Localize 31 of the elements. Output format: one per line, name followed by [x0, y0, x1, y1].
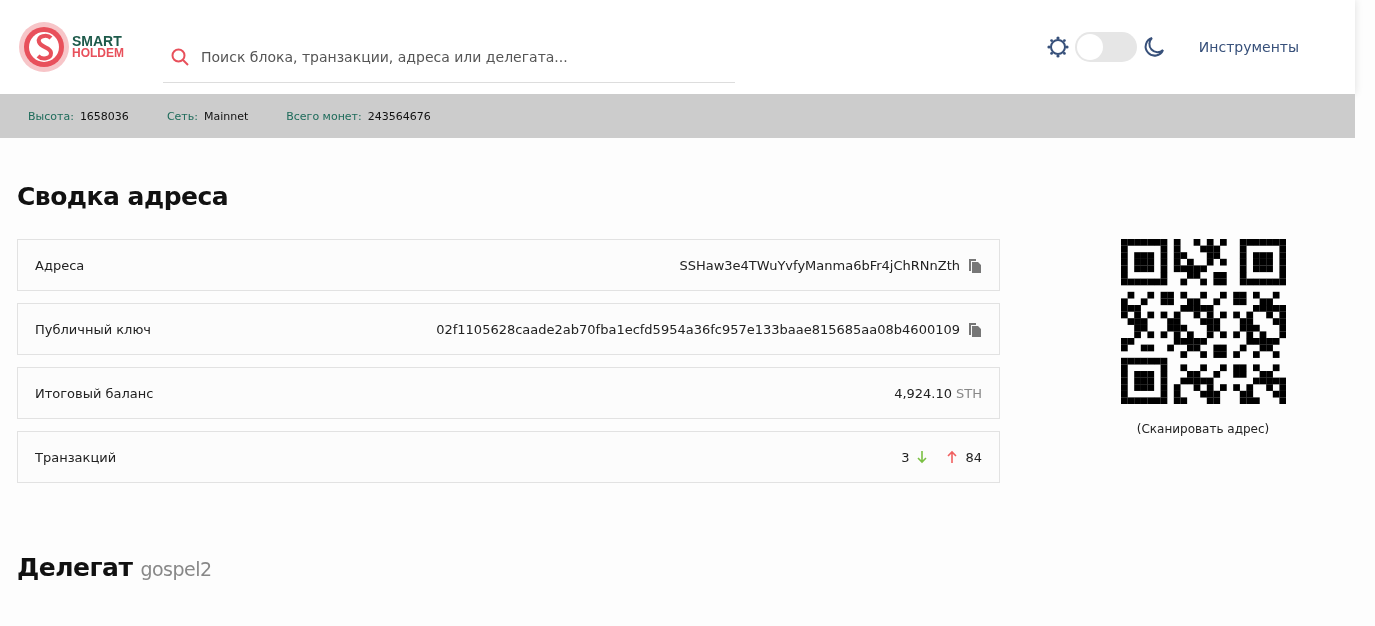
row-label: Итоговый баланс: [35, 385, 154, 401]
search-field[interactable]: Поиск блока, транзакции, адреса или делегата...: [199, 47, 735, 66]
stat-label: Всего монет:: [286, 109, 362, 123]
sun-icon: [1046, 36, 1069, 58]
stat-value: 1658036: [79, 109, 129, 123]
copy-icon[interactable]: [968, 257, 982, 273]
arrow-up-icon: [947, 450, 958, 464]
logo-icon: [18, 21, 70, 73]
row-label: Адреса: [35, 257, 85, 273]
stat-value: 243564676: [367, 109, 431, 123]
row-value: 02f1105628caade2ab70fba1ecfd5954a36fc957e133baae815685aa08b4600109: [436, 321, 960, 337]
logo-text: SMART: [72, 35, 122, 47]
page-title: Сводка адреса: [17, 182, 230, 211]
theme-toggle[interactable]: [1074, 32, 1137, 62]
stat-label: Сеть:: [166, 109, 198, 123]
balance-value: 4,924.10 STH: [894, 385, 982, 401]
copy-icon[interactable]: [968, 321, 982, 337]
tools-link[interactable]: Инструменты: [1198, 39, 1299, 55]
row-value: SSHaw3e4TWuYvfyManma6bFr4jChRNnZth: [679, 257, 960, 273]
qr-caption: (Сканировать адрес): [1136, 422, 1270, 436]
row-label: Публичный ключ: [35, 321, 152, 337]
sent-count: 84: [965, 449, 982, 465]
search-icon: [171, 47, 189, 66]
row-label: Транзакций: [35, 449, 117, 465]
section-title: Делегат gospel2: [17, 553, 213, 582]
moon-icon: [1142, 36, 1165, 58]
stat-value: Mainnet: [203, 109, 249, 123]
stat-label: Высота:: [28, 109, 74, 123]
logo-text: HOLDEM: [72, 47, 124, 59]
received-count: 3: [901, 449, 910, 465]
arrow-down-icon: [917, 450, 928, 464]
